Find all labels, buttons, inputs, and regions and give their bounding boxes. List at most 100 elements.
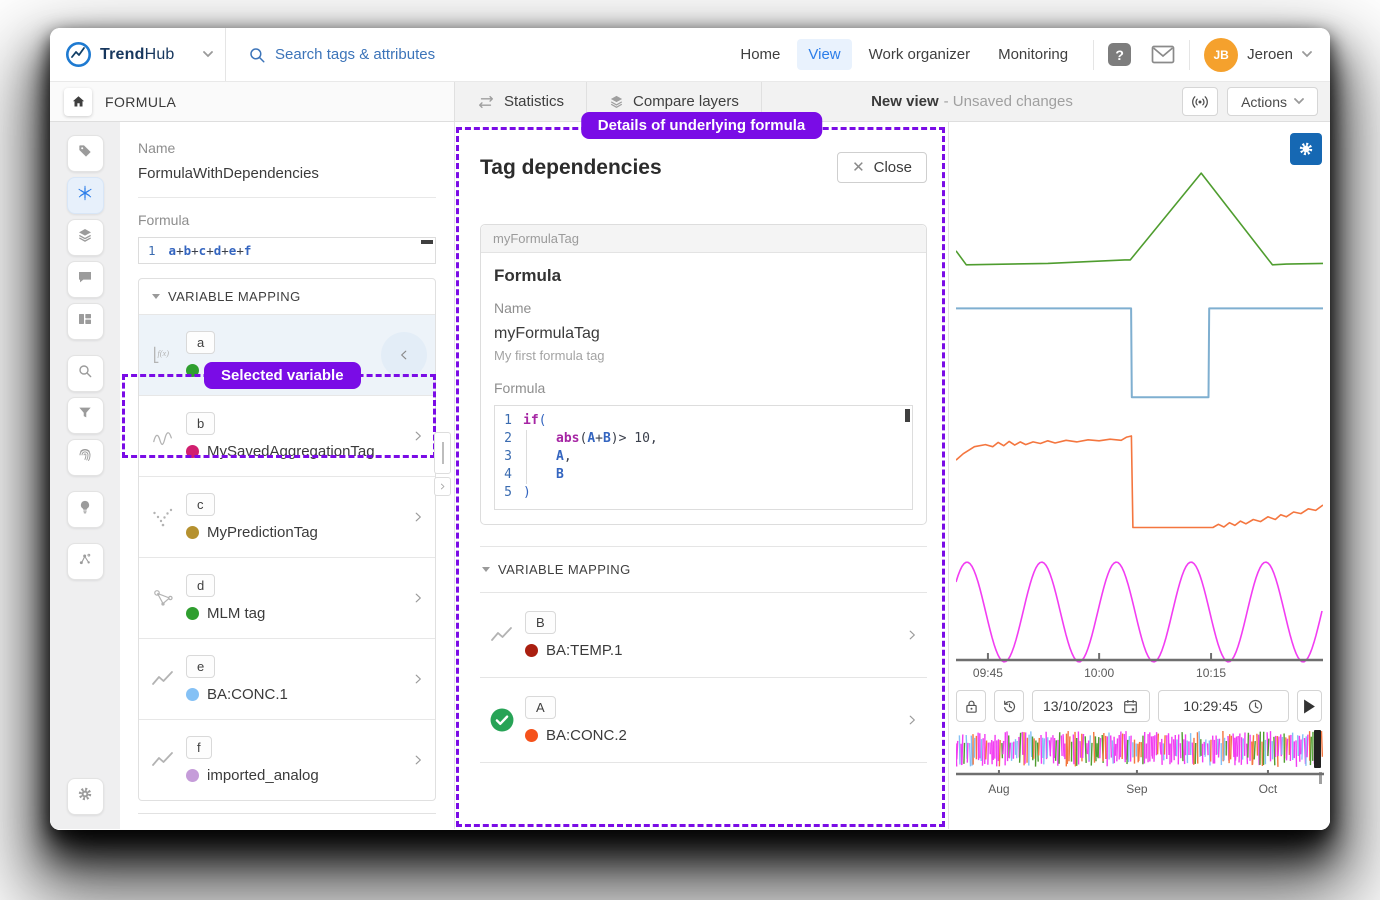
chevron-down-icon[interactable]: [203, 51, 213, 58]
tag-name-value: myFormulaTag: [494, 325, 913, 343]
formula-code-editor[interactable]: 1if(2abs(A+B)> 10,3A,4B5): [494, 405, 913, 510]
chevron-right-icon[interactable]: [411, 753, 425, 767]
layers-tool-button[interactable]: [67, 219, 104, 256]
dashboard-tool-button[interactable]: [67, 303, 104, 340]
trend-chart[interactable]: [956, 142, 1323, 702]
gear-settings-button[interactable]: [67, 778, 104, 815]
formula-label: Formula: [138, 212, 436, 228]
step-forward-button[interactable]: [1297, 690, 1322, 722]
tag-name: BA:CONC.2: [546, 727, 627, 744]
mapping-header-label: VARIABLE MAPPING: [498, 562, 631, 577]
chevron-right-icon[interactable]: [411, 591, 425, 605]
variable-row-e[interactable]: e BA:CONC.1: [139, 638, 435, 719]
overview-minimap[interactable]: [956, 730, 1323, 768]
x-axis-tick-label: 09:45: [973, 666, 1003, 680]
tag-color-dot: [186, 445, 199, 458]
formula-tag-card: myFormulaTag Formula Name myFormulaTag M…: [480, 224, 927, 525]
green-series: [956, 173, 1323, 265]
trend-icon: [488, 623, 515, 647]
help-button[interactable]: ?: [1108, 43, 1131, 66]
time-picker[interactable]: 10:29:45: [1158, 690, 1289, 722]
variable-info: A BA:CONC.2: [525, 696, 627, 744]
panel-splitter: [434, 432, 451, 496]
blue-series: [956, 308, 1323, 397]
filter-tool-button[interactable]: [67, 397, 104, 434]
lightbulb-tool-button[interactable]: [67, 491, 104, 528]
tab-statistics[interactable]: Statistics: [455, 82, 587, 121]
variable-row-d[interactable]: d MLM tag: [139, 557, 435, 638]
timeline-month-label: Aug: [988, 782, 1009, 796]
user-menu[interactable]: JB Jeroen: [1204, 38, 1330, 72]
dialog-title: Tag dependencies: [480, 156, 662, 180]
close-button[interactable]: ✕ Close: [837, 152, 927, 183]
variable-row-f[interactable]: f imported_analog: [139, 719, 435, 800]
chevron-right-icon[interactable]: [905, 628, 919, 642]
splitter-drag-handle[interactable]: [434, 432, 451, 474]
variable-row-B[interactable]: B BA:TEMP.1: [480, 593, 927, 678]
swap-arrows-icon: [477, 95, 495, 109]
variable-mapping-header[interactable]: VARIABLE MAPPING: [139, 279, 435, 314]
scrollbar-thumb[interactable]: [421, 240, 433, 244]
chart-settings-button[interactable]: [1290, 133, 1322, 165]
formula-label: Formula: [494, 380, 913, 396]
tab-label: Compare layers: [633, 93, 739, 110]
tag-name: BA:CONC.1: [207, 686, 288, 703]
variable-info: f imported_analog: [186, 736, 319, 784]
chart-region: 09:4510:0010:15 13/10/2023 10:29:45 AugS…: [948, 122, 1330, 829]
nav-item-view[interactable]: View: [797, 39, 851, 70]
prediction-icon: [149, 505, 176, 529]
brand-section[interactable]: TrendHub: [50, 28, 226, 81]
nav-item-monitoring[interactable]: Monitoring: [987, 39, 1079, 70]
chevron-right-icon[interactable]: [411, 672, 425, 686]
comment-icon: [77, 269, 93, 290]
timeline-month-label: Sep: [1126, 782, 1147, 796]
chevron-right-icon[interactable]: [411, 429, 425, 443]
tool-dock: [50, 122, 120, 829]
global-search[interactable]: [226, 46, 729, 64]
splitter-expand-button[interactable]: [434, 477, 451, 496]
aggregation-icon: [149, 424, 176, 448]
mail-button[interactable]: [1151, 45, 1175, 64]
variable-letter-chip: e: [186, 655, 215, 678]
network-tool-button[interactable]: [67, 543, 104, 580]
fingerprint-tool-button[interactable]: [67, 439, 104, 476]
variable-letter-chip: b: [186, 412, 215, 435]
comment-tool-button[interactable]: [67, 261, 104, 298]
collapse-detail-button[interactable]: [381, 332, 427, 378]
gear-icon: [77, 786, 93, 807]
date-picker[interactable]: 13/10/2023: [1032, 690, 1150, 722]
variable-mapping-header[interactable]: VARIABLE MAPPING: [480, 546, 927, 593]
search-tool-button[interactable]: [67, 355, 104, 392]
tag-icon: [77, 143, 93, 164]
lock-button[interactable]: [956, 690, 986, 722]
formula-panel: Name FormulaWithDependencies Formula 1a+…: [120, 122, 455, 829]
nav-item-work-organizer[interactable]: Work organizer: [858, 39, 981, 70]
tag-description: My first formula tag: [494, 348, 913, 363]
formula-editor[interactable]: 1a+b+c+d+e+f: [138, 237, 436, 264]
brand-name: TrendHub: [100, 46, 175, 64]
variable-row-b[interactable]: b MySavedAggregationTag: [139, 395, 435, 476]
nav-item-home[interactable]: Home: [729, 39, 791, 70]
scrollbar-thumb[interactable]: [905, 409, 910, 422]
search-input[interactable]: [275, 46, 595, 63]
minimap-scrubber[interactable]: [1314, 730, 1321, 768]
name-label: Name: [138, 140, 436, 156]
actions-button[interactable]: Actions: [1227, 87, 1318, 116]
svg-text:f(x): f(x): [157, 349, 169, 358]
variable-letter-chip: d: [186, 574, 215, 597]
chevron-right-icon[interactable]: [905, 713, 919, 727]
tag-color-dot: [186, 607, 199, 620]
history-button[interactable]: [994, 690, 1024, 722]
variable-row-c[interactable]: c MyPredictionTag: [139, 476, 435, 557]
primary-nav: HomeViewWork organizerMonitoring: [729, 39, 1079, 70]
chevron-right-icon[interactable]: [411, 510, 425, 524]
variable-row-A[interactable]: A BA:CONC.2: [480, 678, 927, 763]
formula-tool-button[interactable]: [67, 177, 104, 214]
tag-tool-button[interactable]: [67, 135, 104, 172]
home-button[interactable]: [64, 88, 92, 116]
timeline-month-label: Oct: [1259, 782, 1278, 796]
divider: [138, 197, 436, 198]
formula-tag-icon: f(x): [149, 343, 176, 367]
broadcast-button[interactable]: [1182, 87, 1218, 116]
divider: [138, 813, 436, 814]
